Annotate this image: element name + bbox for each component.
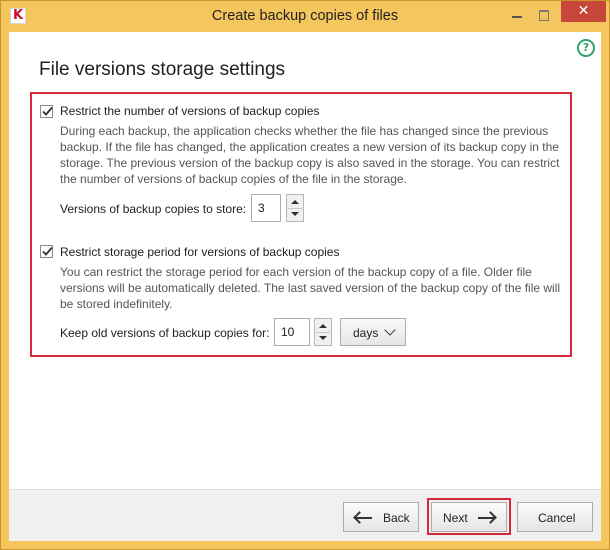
- stepper-up-icon[interactable]: [315, 320, 331, 332]
- versions-description-line: During each backup, the application chec…: [60, 124, 549, 138]
- help-icon[interactable]: ?: [577, 39, 595, 57]
- period-description-line: be stored indefinitely.: [60, 297, 173, 311]
- period-description: You can restrict the storage period for …: [60, 264, 560, 312]
- stepper-down-icon[interactable]: [287, 208, 303, 220]
- period-description-line: versions will be automatically deleted. …: [60, 281, 561, 295]
- checkmark-icon: [42, 106, 53, 116]
- versions-description-line: the number of versions of backup copies …: [60, 172, 407, 186]
- title-bar: K Create backup copies of files ✕: [1, 1, 609, 32]
- next-highlight-box: [427, 498, 511, 535]
- restrict-versions-label[interactable]: Restrict the number of versions of backu…: [60, 104, 319, 118]
- stepper-up-icon[interactable]: [287, 196, 303, 208]
- stepper-down-icon[interactable]: [315, 332, 331, 344]
- keep-period-input[interactable]: 10: [274, 318, 310, 346]
- cancel-button[interactable]: Cancel: [517, 502, 593, 532]
- period-unit-dropdown[interactable]: days: [340, 318, 406, 346]
- versions-count-input[interactable]: 3: [251, 194, 281, 222]
- restrict-period-label[interactable]: Restrict storage period for versions of …: [60, 245, 339, 259]
- close-button[interactable]: ✕: [561, 1, 606, 22]
- versions-description: During each backup, the application chec…: [60, 123, 559, 187]
- restrict-period-checkbox[interactable]: [40, 245, 53, 258]
- back-button-label: Back: [383, 511, 410, 525]
- period-unit-value: days: [353, 326, 379, 340]
- chevron-down-icon: [384, 324, 396, 336]
- keep-period-stepper[interactable]: [314, 318, 332, 346]
- minimize-button[interactable]: [504, 5, 530, 25]
- versions-count-label: Versions of backup copies to store:: [60, 202, 247, 216]
- dialog-window: K Create backup copies of files ✕ ? File…: [0, 0, 610, 550]
- checkmark-icon: [42, 246, 53, 256]
- maximize-button[interactable]: [531, 5, 557, 25]
- versions-count-stepper[interactable]: [286, 194, 304, 222]
- versions-description-line: backup. If the file has changed, the app…: [60, 140, 559, 154]
- versions-description-line: storage. The previous version of the bac…: [60, 156, 560, 170]
- period-description-line: You can restrict the storage period for …: [60, 265, 532, 279]
- restrict-versions-checkbox[interactable]: [40, 105, 53, 118]
- keep-versions-label: Keep old versions of backup copies for:: [60, 326, 270, 340]
- cancel-button-label: Cancel: [538, 511, 576, 525]
- content-area: ? File versions storage settings Restric…: [9, 32, 601, 489]
- page-title: File versions storage settings: [39, 59, 286, 80]
- arrow-left-icon: [356, 517, 372, 519]
- dialog-footer: [9, 489, 601, 541]
- back-button[interactable]: Back: [343, 502, 419, 532]
